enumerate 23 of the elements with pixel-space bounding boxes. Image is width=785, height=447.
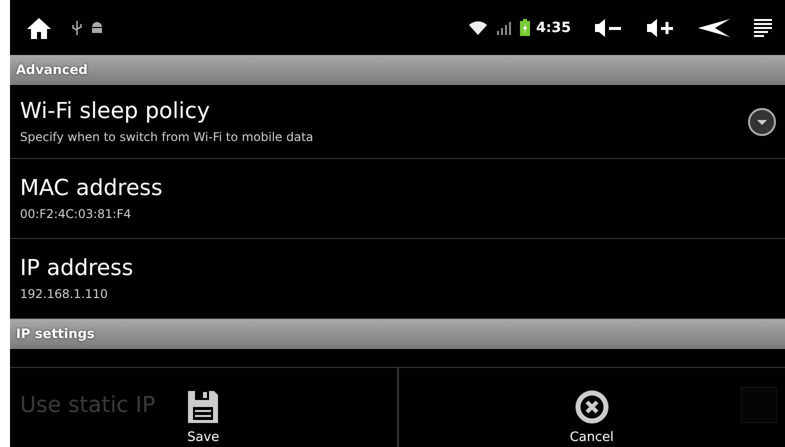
setting-summary: 00:F2:4C:03:81:F4 [20, 207, 132, 221]
status-time: 4:35 [536, 20, 571, 36]
usb-icon [72, 20, 82, 36]
close-icon [574, 390, 609, 424]
section-header: IP settings [10, 319, 785, 349]
section-header: Advanced [10, 55, 785, 85]
volume-up-icon[interactable] [645, 18, 675, 38]
menu-icon[interactable] [753, 18, 773, 38]
setting-title: Wi-Fi sleep policy [20, 99, 211, 124]
setting-title: MAC address [20, 176, 162, 201]
setting-summary: 192.168.1.110 [20, 287, 109, 301]
back-icon[interactable] [697, 18, 731, 38]
volume-down-icon[interactable] [593, 18, 623, 38]
setting-row[interactable]: MAC address 00:F2:4C:03:81:F4 [10, 159, 785, 239]
dropdown-icon[interactable] [747, 106, 777, 136]
home-icon[interactable] [26, 16, 52, 40]
battery-icon [520, 19, 530, 36]
setting-summary: Specify when to switch from Wi-Fi to mobile data [20, 130, 314, 144]
setting-title: IP address [20, 256, 134, 281]
signal-icon [496, 20, 512, 36]
cancel-button[interactable]: Cancel [398, 368, 785, 447]
setting-row[interactable]: Wi-Fi sleep policy Specify when to switch from Wi-Fi to mobile data [10, 85, 785, 159]
wifi-icon [468, 20, 488, 36]
